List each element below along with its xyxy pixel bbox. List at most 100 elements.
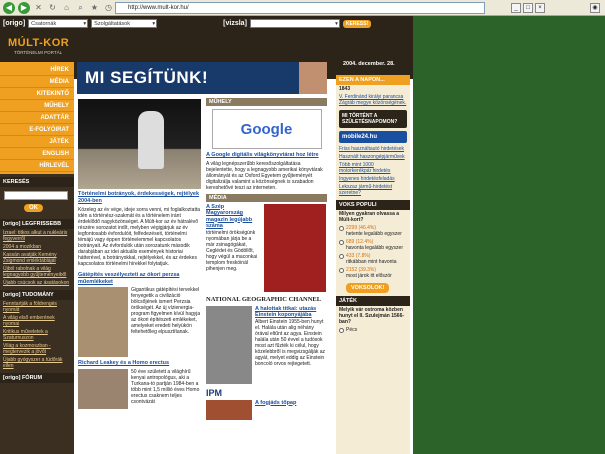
menu-item[interactable]: MÉDIA: [0, 76, 74, 88]
news-link[interactable]: 2004 a mozikban: [0, 243, 74, 251]
poll-label: most járok itt először: [346, 273, 392, 279]
close-icon[interactable]: ×: [535, 3, 545, 13]
ad-link[interactable]: Friss használtautó hirdetések: [336, 145, 410, 153]
poll-label: ritkábban mint havonta: [346, 259, 397, 265]
site-logo[interactable]: MÚLT-KOR: [8, 37, 69, 49]
back-icon[interactable]: ◀: [3, 1, 15, 14]
ad-link[interactable]: Használt haszongépjárművek: [336, 153, 410, 161]
news-link[interactable]: Újabb gyógyszer a tüdőrák ellen: [0, 356, 74, 370]
story-title[interactable]: Történelmi botrányok, érdekességek, rejt…: [78, 191, 201, 204]
maximize-icon[interactable]: □: [523, 3, 533, 13]
menu-item[interactable]: JÁTÉK: [0, 136, 74, 148]
search-icon[interactable]: ⌕: [75, 2, 86, 13]
news-link[interactable]: Kassán avatják Kemény Zsigmond emléktábl…: [0, 251, 74, 265]
menu-item[interactable]: ADATTÁR: [0, 112, 74, 124]
left-sidebar: HÍREK MÉDIA KITEKINTŐ MŰHELY ADATTÁR E-F…: [0, 62, 74, 454]
address-bar[interactable]: http://www.mult-kor.hu/: [115, 2, 485, 14]
radio-button[interactable]: [339, 254, 344, 259]
history-icon[interactable]: ◷: [103, 2, 114, 13]
quiz-question: Melyik vár ostroma közben hunyt el II. S…: [339, 307, 405, 325]
vote-button[interactable]: VOKSOLOK!: [346, 283, 390, 293]
forward-icon[interactable]: ▶: [18, 1, 30, 14]
news-link[interactable]: Izrael: titkos alkut a nukleáris fegyver…: [0, 229, 74, 243]
quiz-label: Pécs: [346, 327, 358, 333]
natgeo-logo[interactable]: NATIONAL GEOGRAPHIC CHANNEL: [206, 296, 327, 303]
channels-select[interactable]: Csatornák: [28, 19, 89, 28]
menu-item[interactable]: E-FOLYÓIRAT: [0, 124, 74, 136]
favorites-icon[interactable]: ★: [89, 2, 100, 13]
einstein-image[interactable]: [206, 305, 252, 384]
news-link[interactable]: Kritikus műveletek a Szaturnuszon: [0, 328, 74, 342]
search-input[interactable]: [4, 191, 68, 200]
moon-landing-image[interactable]: [78, 99, 201, 189]
current-date: 2004. december. 28.: [343, 61, 395, 67]
story-title[interactable]: A Szép Magyarország magazin legújabb szá…: [206, 204, 261, 230]
section-title: EZEN A NAPON...: [336, 75, 410, 85]
banner-text: MI SEGÍTÜNK!: [85, 68, 209, 87]
menu-item[interactable]: HÍRLEVÉL: [0, 160, 74, 172]
menu-item[interactable]: KITEKINTŐ: [0, 88, 74, 100]
radio-button[interactable]: [339, 240, 344, 245]
google-logo[interactable]: Google: [211, 109, 322, 149]
ad-link[interactable]: Több mint 1000 motorkerékpár hirdetés: [336, 161, 410, 175]
news-link[interactable]: Újabb csúcsok az ásatásokon: [0, 279, 74, 287]
radio-button[interactable]: [339, 226, 344, 231]
story-text: Közeleg az év vége, ideje sorra venni, m…: [78, 207, 201, 267]
poll-label: hetente legalább egyszer: [346, 231, 402, 237]
magazine-cover[interactable]: [264, 203, 326, 292]
birthday-button[interactable]: MI TÖRTÉNT A SZÜLETÉSNAPOMON?: [339, 110, 407, 128]
poll-option[interactable]: 2152 (39.3%) most járok itt először: [336, 266, 410, 280]
quiz-option[interactable]: Pécs: [336, 326, 410, 334]
origo-topbar: [origo] Csatornák Szolgáltatások [vizsla…: [0, 16, 413, 31]
story-text: 50 éve született a világhírű kenyai antr…: [131, 368, 200, 405]
web-page: [origo] Csatornák Szolgáltatások [vizsla…: [0, 16, 413, 454]
ad-link[interactable]: Ingyenes hirdetésfeladás: [336, 175, 410, 183]
ipm-image[interactable]: [206, 399, 252, 420]
leakey-image[interactable]: [78, 368, 128, 409]
story-text: történelmi örökségünk nyomában járja be …: [206, 229, 258, 272]
story-title[interactable]: A Google digitális világkönyvtárat hoz l…: [206, 152, 327, 159]
mobile24-logo[interactable]: mobile24.hu: [339, 131, 407, 143]
story-title[interactable]: Richard Leakey és a Homo erectus: [78, 360, 201, 367]
persian-relief-image[interactable]: [78, 287, 128, 357]
reload-icon[interactable]: ↻: [47, 2, 58, 13]
banner-ad[interactable]: MI SEGÍTÜNK!: [77, 62, 327, 94]
news-link[interactable]: Világ a kozmoszban - megtervezik a jövőt: [0, 342, 74, 356]
banner-image: [299, 62, 327, 94]
google-logo-text: Google: [240, 120, 293, 138]
stop-icon[interactable]: ✕: [33, 2, 44, 13]
search-button[interactable]: KERESS!: [342, 19, 372, 28]
news-link[interactable]: A világ első emberének nyomai: [0, 314, 74, 328]
menu-item[interactable]: HÍREK: [0, 64, 74, 76]
ad-link[interactable]: Lekszaz jármű-hirdetést szeretne?: [336, 183, 410, 197]
poll-option[interactable]: 2299 (46.4%) hetente legalább egyszer: [336, 224, 410, 238]
minimize-icon[interactable]: _: [511, 3, 521, 13]
vizsla-search-input[interactable]: [249, 19, 340, 28]
home-icon[interactable]: ⌂: [61, 2, 72, 13]
poll-option[interactable]: 433 (7.8%) ritkábban mint havonta: [336, 252, 410, 266]
menu-item[interactable]: ENGLISH: [0, 148, 74, 160]
event-link[interactable]: V. Ferdinánd királyi parancsa Zágráb meg…: [336, 93, 410, 107]
search-title: KERESÉS: [0, 177, 74, 187]
section-title: [origo] TUDOMÁNY: [0, 290, 74, 300]
poll-label: havonta legalább egyszer: [346, 245, 403, 251]
center-column: Történelmi botrányok, érdekességek, rejt…: [78, 191, 201, 409]
menu-item[interactable]: MŰHELY: [0, 100, 74, 112]
story-title[interactable]: A halottak titkai: utazás Einstein kopon…: [255, 306, 327, 319]
story-text: Albert Einstein 1955-ben hunyt el. Halál…: [255, 318, 326, 367]
section-title: [origo] LEGFRISSEBB: [0, 219, 74, 229]
services-select[interactable]: Szolgáltatások: [91, 19, 158, 28]
radio-button[interactable]: [339, 268, 344, 273]
section-title: JÁTÉK: [336, 296, 410, 306]
radio-button[interactable]: [339, 328, 344, 333]
vizsla-logo: [vizsla]: [223, 20, 247, 27]
news-link[interactable]: Újból rabolnak a világ legnagyobb gyűjte…: [0, 265, 74, 279]
astronaut-figure: [138, 111, 164, 169]
poll-option[interactable]: 689 (12.4%) havonta legalább egyszer: [336, 238, 410, 252]
ok-button[interactable]: OK: [24, 204, 43, 212]
origo-logo[interactable]: [origo]: [3, 20, 25, 27]
story-title[interactable]: Gátépítés veszélyezteti az ókori perzsa …: [78, 272, 201, 285]
ipm-logo[interactable]: IPM: [206, 388, 327, 398]
news-link[interactable]: Fenntartják a földrengés nyomát: [0, 300, 74, 314]
story-title[interactable]: A fogjáds tőpap: [255, 400, 296, 420]
